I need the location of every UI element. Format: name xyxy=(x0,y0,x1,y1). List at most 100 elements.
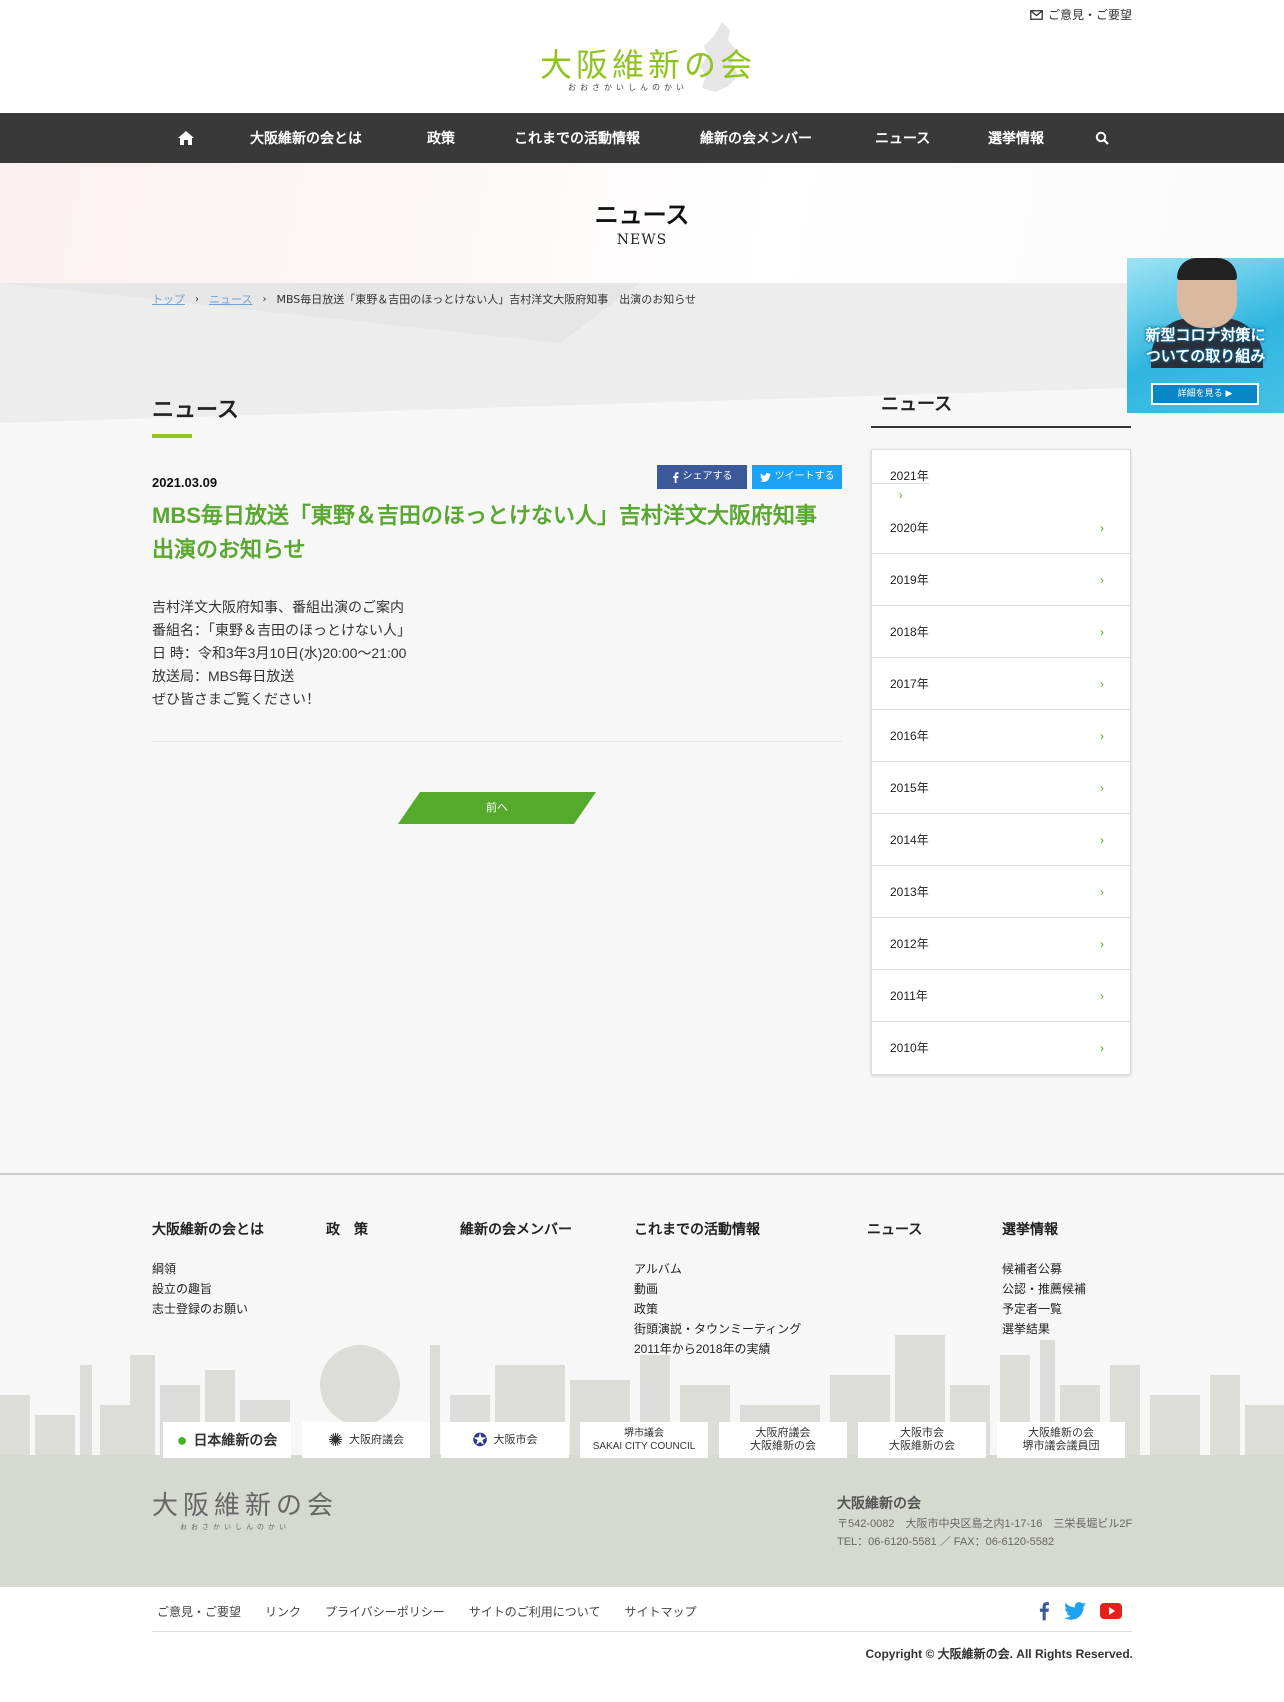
year-item-2010[interactable]: 2010年 › xyxy=(872,1022,1130,1074)
footer-link[interactable]: アルバム xyxy=(634,1259,801,1279)
year-item-2017[interactable]: 2017年 › xyxy=(872,658,1130,710)
nav-item-members[interactable]: 維新の会メンバー xyxy=(700,113,812,163)
year-item-2011[interactable]: 2011年 › xyxy=(872,970,1130,1022)
footer-link[interactable]: 政策 xyxy=(634,1299,801,1319)
post-body-line: 日 時：令和3年3月10日(水)20:00～21:00 xyxy=(152,645,407,661)
footer-org-name: 大阪維新の会 xyxy=(837,1495,921,1511)
facebook-share-button[interactable]: シェアする xyxy=(657,465,747,489)
mail-icon xyxy=(1030,9,1043,20)
chevron-right-icon: › xyxy=(1100,937,1104,951)
social-links xyxy=(1038,1601,1122,1625)
post-body-line: 吉村洋文大阪府知事、番組出演のご案内 xyxy=(152,599,404,615)
nav-item-activities[interactable]: これまでの活動情報 xyxy=(514,113,640,163)
home-icon[interactable] xyxy=(177,113,195,163)
logo-text: 大阪維新の会 xyxy=(540,46,757,84)
footer-heading-activities[interactable]: これまでの活動情報 xyxy=(634,1219,760,1239)
partner-osaka-city-assembly[interactable]: ✪ 大阪市会 xyxy=(441,1422,569,1458)
chevron-right-icon: › xyxy=(1100,781,1104,795)
year-item-2015[interactable]: 2015年 › xyxy=(872,762,1130,814)
partner-nippon-ishin[interactable]: ● 日本維新の会 xyxy=(163,1422,291,1458)
facebook-icon[interactable] xyxy=(1038,1601,1050,1625)
bottom-link-sitemap[interactable]: サイトマップ xyxy=(624,1603,696,1620)
footer-link[interactable]: 予定者一覧 xyxy=(1002,1299,1086,1319)
sidebar-heading: ニュース xyxy=(871,390,1131,428)
chevron-right-icon: › xyxy=(1100,573,1104,587)
bottom-divider xyxy=(152,1631,1132,1632)
chevron-right-icon: › xyxy=(1100,885,1104,899)
partner-city-ishin[interactable]: 大阪市会 大阪維新の会 xyxy=(858,1422,986,1458)
breadcrumb-top[interactable]: トップ xyxy=(152,291,185,307)
bottom-bar: ご意見・ご要望 リンク プライバシーポリシー サイトのご利用について サイトマッ… xyxy=(0,1587,1284,1702)
footer-link[interactable]: 候補者公募 xyxy=(1002,1259,1086,1279)
bottom-link-contact[interactable]: ご意見・ご要望 xyxy=(157,1603,241,1620)
year-item-2013[interactable]: 2013年 › xyxy=(872,866,1130,918)
year-item-2018[interactable]: 2018年 › xyxy=(872,606,1130,658)
page-title: ニュース xyxy=(594,201,690,229)
partner-sakai-city-council[interactable]: 堺市議会 SAKAI CITY COUNCIL xyxy=(580,1422,708,1458)
footer-link[interactable]: 公認・推薦候補 xyxy=(1002,1279,1086,1299)
footer-link[interactable]: 志士登録のお願い xyxy=(152,1299,248,1319)
post-body-line: 番組名：「東野＆吉田のほっとけない人」 xyxy=(152,622,411,638)
post-divider xyxy=(152,741,842,742)
year-item-2012[interactable]: 2012年 › xyxy=(872,918,1130,970)
footer-list-about: 綱領 設立の趣旨 志士登録のお願い xyxy=(152,1259,248,1319)
nav-item-news[interactable]: ニュース xyxy=(875,113,930,163)
section-heading: ニュース xyxy=(152,398,239,423)
year-item-2021[interactable]: 2021年 › xyxy=(872,469,929,502)
twitter-icon[interactable] xyxy=(1064,1602,1086,1624)
logo-subtext: おおさかいしんのかい xyxy=(568,83,688,92)
bottom-link-privacy[interactable]: プライバシーポリシー xyxy=(325,1603,445,1620)
emblem-icon: ✺ xyxy=(327,1429,344,1450)
year-item-2016[interactable]: 2016年 › xyxy=(872,710,1130,762)
year-item-2014[interactable]: 2014年 › xyxy=(872,814,1130,866)
partner-osaka-pref-assembly[interactable]: ✺ 大阪府議会 xyxy=(302,1422,430,1458)
partner-banners: ● 日本維新の会 ✺ 大阪府議会 ✪ 大阪市会 堺市議会 SAKAI CITY … xyxy=(163,1422,1131,1458)
footer-link[interactable]: 2011年から2018年の実績 xyxy=(634,1339,801,1359)
contact-label: ご意見・ご要望 xyxy=(1048,8,1133,22)
footer-heading-news[interactable]: ニュース xyxy=(867,1219,922,1239)
footer-address: 〒542-0082 大阪市中央区島之内1-17-16 三栄長堀ビル2F xyxy=(837,1518,1133,1530)
chevron-right-icon: › xyxy=(1100,833,1104,847)
emblem-icon: ✪ xyxy=(472,1429,488,1450)
search-icon[interactable] xyxy=(1095,113,1109,163)
footer-list-elections: 候補者公募 公認・推薦候補 予定者一覧 選挙結果 xyxy=(1002,1259,1086,1339)
chevron-right-icon: › xyxy=(1100,677,1104,691)
partner-pref-ishin[interactable]: 大阪府議会 大阪維新の会 xyxy=(719,1422,847,1458)
prev-button[interactable]: 前へ xyxy=(398,792,596,824)
banner-detail-button: 詳細を見る ▶ xyxy=(1151,383,1259,405)
contact-link[interactable]: ご意見・ご要望 xyxy=(1030,6,1132,23)
site-header: 大阪維新の会 おおさかいしんのかい ご意見・ご要望 xyxy=(0,0,1284,113)
footer-link[interactable]: 動画 xyxy=(634,1279,801,1299)
breadcrumb-news[interactable]: ニュース xyxy=(209,291,252,307)
banner-photo-hair xyxy=(1177,258,1237,280)
footer-heading-elections[interactable]: 選挙情報 xyxy=(1002,1219,1058,1239)
year-item-2020[interactable]: 2020年 › xyxy=(872,502,1130,554)
nav-item-about[interactable]: 大阪維新の会とは xyxy=(250,113,362,163)
footer-link[interactable]: 綱領 xyxy=(152,1259,248,1279)
footer-tel-fax: TEL：06-6120-5581 ／ FAX：06-6120-5582 xyxy=(837,1536,1055,1548)
chevron-right-icon: › xyxy=(1100,989,1104,1003)
chevron-right-icon: › xyxy=(195,293,199,305)
twitter-share-button[interactable]: ツイートする xyxy=(752,465,842,489)
nav-item-policy[interactable]: 政策 xyxy=(427,113,455,163)
footer-list-activities: アルバム 動画 政策 街頭演説・タウンミーティング 2011年から2018年の実… xyxy=(634,1259,801,1359)
partner-sakai-ishin[interactable]: 大阪維新の会 堺市議会議員団 xyxy=(997,1422,1125,1458)
footer-heading-policy[interactable]: 政 策 xyxy=(326,1219,368,1239)
bottom-link-links[interactable]: リンク xyxy=(265,1603,301,1620)
footer-heading-about[interactable]: 大阪維新の会とは xyxy=(152,1219,264,1239)
facebook-icon xyxy=(672,471,678,483)
bottom-link-terms[interactable]: サイトのご利用について xyxy=(469,1603,601,1620)
youtube-icon[interactable] xyxy=(1100,1603,1122,1623)
ishin-logo-icon: ● xyxy=(176,1429,188,1450)
year-item-2019[interactable]: 2019年 › xyxy=(872,554,1130,606)
footer-link[interactable]: 設立の趣旨 xyxy=(152,1279,248,1299)
footer-link[interactable]: 選挙結果 xyxy=(1002,1319,1086,1339)
bottom-links: ご意見・ご要望 リンク プライバシーポリシー サイトのご利用について サイトマッ… xyxy=(157,1603,696,1620)
corona-banner[interactable]: 新型コロナ対策に ついての取り組み 詳細を見る ▶ xyxy=(1127,258,1284,413)
footer-address-block: 〒542-0082 大阪市中央区島之内1-17-16 三栄長堀ビル2F TEL：… xyxy=(837,1515,1132,1551)
footer-link[interactable]: 街頭演説・タウンミーティング xyxy=(634,1319,801,1339)
nav-item-elections[interactable]: 選挙情報 xyxy=(988,113,1044,163)
chevron-right-icon: › xyxy=(1100,625,1104,639)
site-logo[interactable]: 大阪維新の会 おおさかいしんのかい xyxy=(536,18,752,94)
footer-heading-members[interactable]: 維新の会メンバー xyxy=(460,1219,572,1239)
